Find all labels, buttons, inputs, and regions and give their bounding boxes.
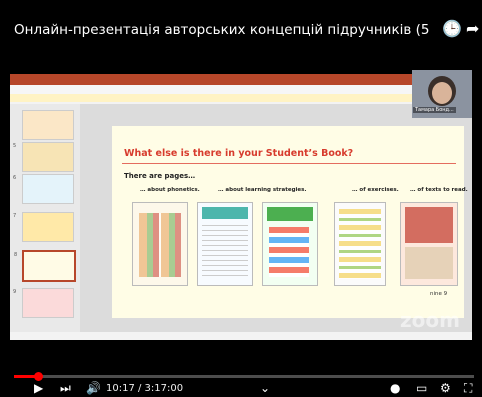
powerpoint-window: 5 6 7 8 9 What else is there in your Stu… [10, 74, 472, 340]
book-page-learning [262, 202, 318, 286]
slide-thumbnail[interactable] [22, 110, 74, 140]
slide-thumbnail[interactable]: 7 [13, 212, 74, 242]
slide-thumbnail[interactable]: 6 [13, 174, 74, 204]
subtitles-icon[interactable]: ▭ [416, 381, 427, 395]
progress-bar[interactable] [14, 372, 474, 381]
book-page-phonetics [132, 202, 188, 286]
watch-later-icon[interactable]: 🕒 [442, 19, 462, 38]
presenter-name: Тамара Бонд... [413, 107, 456, 113]
volume-icon[interactable]: 🔊 [86, 381, 101, 395]
caption-exercises: … of exercises. [352, 187, 399, 193]
slide-subtitle: There are pages… [124, 172, 196, 180]
title-underline [122, 163, 456, 164]
share-icon[interactable]: ➦ [466, 19, 479, 38]
caption-strategies: … about learning strategies. [218, 187, 307, 193]
chevron-down-icon[interactable]: ⌄ [260, 381, 270, 395]
slide: What else is there in your Student’s Boo… [112, 126, 468, 318]
slide-title: What else is there in your Student’s Boo… [124, 148, 354, 159]
powerpoint-menubar [10, 85, 472, 94]
slide-thumbnail[interactable]: 5 [13, 142, 74, 172]
caption-phonetics: … about phonetics. [140, 187, 200, 193]
play-icon[interactable]: ▶ [34, 381, 43, 395]
video-title: Онлайн-презентація авторських концепцій … [14, 22, 434, 38]
caption-texts: … of texts to read. [410, 187, 468, 193]
notification-bar [10, 94, 472, 102]
video-player: { "video": { "title": "Онлайн-презентаці… [0, 0, 482, 397]
book-page-texts [400, 202, 458, 286]
settings-icon[interactable]: ⚙ [440, 381, 451, 395]
page-number: nine 9 [430, 291, 448, 297]
slide-thumbnails-panel: 5 6 7 8 9 [10, 104, 80, 332]
fullscreen-icon[interactable]: ⛶ [464, 381, 472, 396]
next-icon[interactable]: ⏭ [60, 381, 71, 396]
progress-scrubber[interactable] [33, 372, 43, 381]
presenter-webcam: Тамара Бонд... [412, 70, 472, 118]
slide-canvas: What else is there in your Student’s Boo… [80, 104, 472, 332]
book-page-exercises [334, 202, 386, 286]
autoplay-toggle[interactable]: ● [390, 381, 400, 395]
book-page-strategies [197, 202, 253, 286]
powerpoint-titlebar [10, 74, 472, 85]
time-display: 10:17 / 3:17:00 [106, 383, 184, 394]
slide-thumbnail-selected[interactable]: 8 [14, 250, 76, 282]
slide-thumbnail[interactable]: 9 [13, 288, 74, 318]
zoom-watermark: zoom [400, 308, 460, 332]
